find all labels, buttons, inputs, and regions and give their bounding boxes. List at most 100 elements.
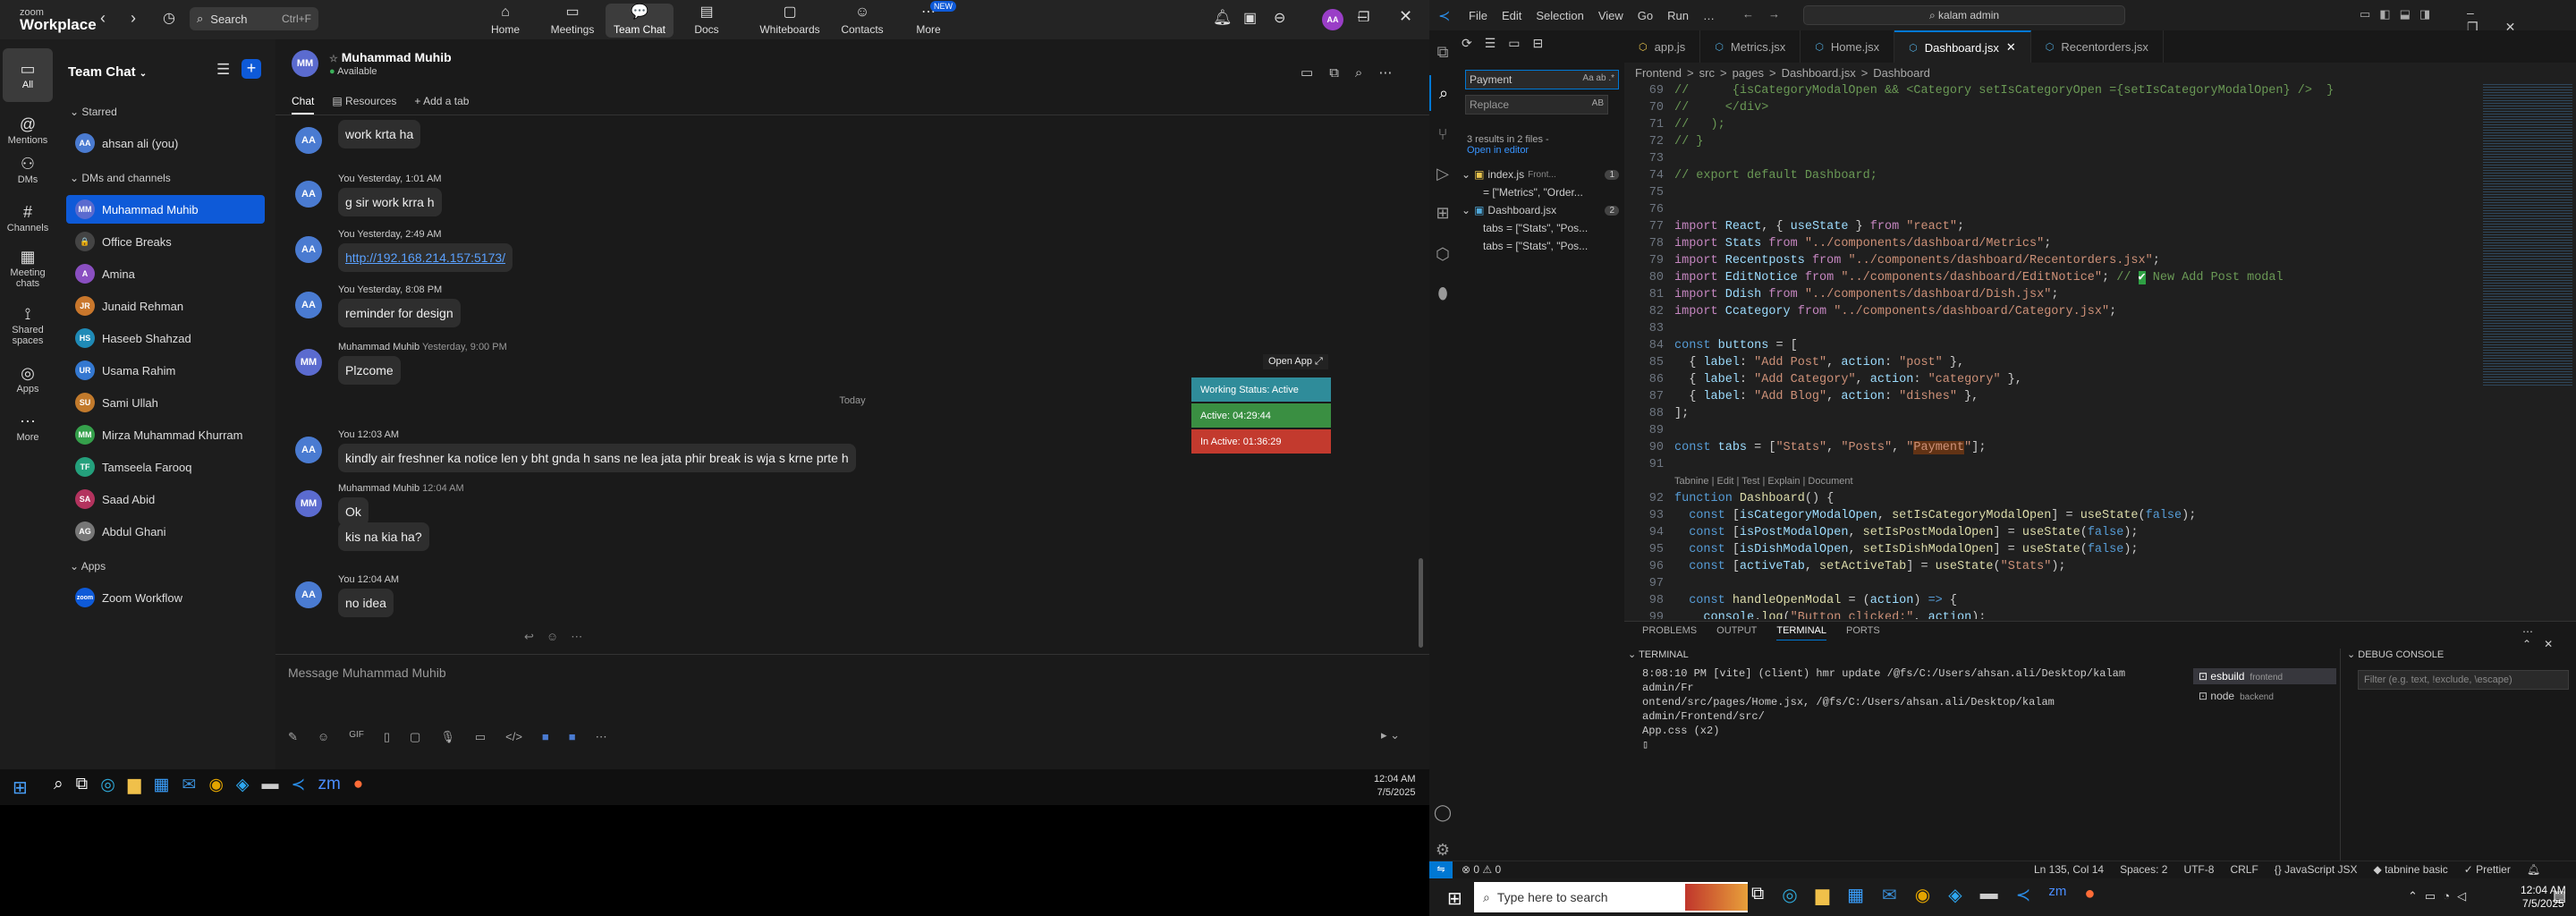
- audio-icon[interactable]: 🎙︎: [440, 730, 455, 744]
- breadcrumb-item[interactable]: pages: [1733, 66, 1764, 80]
- menu-item[interactable]: Selection: [1536, 9, 1583, 22]
- breadcrumb-item[interactable]: Dashboard: [1873, 66, 1930, 80]
- avatar[interactable]: AA: [295, 127, 322, 154]
- source-control-icon[interactable]: ⑂: [1429, 116, 1456, 152]
- screen-share-icon[interactable]: ⧉: [1329, 65, 1355, 81]
- prettier-status[interactable]: ✓ Prettier: [2464, 863, 2511, 876]
- reply-icon[interactable]: ↩: [524, 630, 534, 644]
- terminal-instance[interactable]: ⊡ node backend: [2193, 688, 2336, 704]
- result-match[interactable]: = ["Metrics", "Order...: [1483, 186, 1617, 199]
- debug-section-title[interactable]: ⌄ DEBUG CONSOLE: [2347, 649, 2444, 660]
- chat-title[interactable]: Muhammad Muhib: [342, 50, 452, 64]
- app-icon[interactable]: ■: [542, 730, 549, 744]
- panel-toggle-icon[interactable]: ⬓: [2400, 7, 2419, 21]
- tab-team-chat[interactable]: 💬 Team Chat: [606, 4, 674, 38]
- bell-icon[interactable]: 🔔︎: [1213, 9, 1233, 27]
- windows-start-icon[interactable]: ⊞: [13, 776, 28, 799]
- close-panel-icon[interactable]: ✕: [2544, 638, 2565, 650]
- search-icon[interactable]: ⌕: [1429, 75, 1456, 111]
- list-item[interactable]: A Amina: [66, 259, 265, 288]
- starred-section-header[interactable]: ⌄ Starred: [70, 106, 117, 118]
- avatar[interactable]: MM: [292, 50, 318, 77]
- open-app-button[interactable]: Open App ⤢: [1263, 354, 1328, 369]
- extensions-icon[interactable]: ⊞: [1429, 195, 1456, 231]
- forward-arrow-icon[interactable]: →: [1768, 7, 1794, 21]
- tab-whiteboards[interactable]: ▢ Whiteboards: [750, 4, 830, 38]
- problems-count[interactable]: ⊗ 0 ⚠ 0: [1462, 863, 1501, 876]
- panel-tab[interactable]: TERMINAL: [1776, 625, 1826, 640]
- store-icon[interactable]: ▦: [1847, 884, 1864, 906]
- emoji-icon[interactable]: ☺: [318, 730, 329, 744]
- avatar[interactable]: MM: [295, 490, 322, 517]
- more-tools-icon[interactable]: ⋯: [596, 730, 607, 744]
- terminal-output[interactable]: 8:08:10 PM [vite] (client) hmr update /@…: [1642, 666, 2143, 752]
- store-icon[interactable]: ▦: [153, 775, 169, 795]
- encoding[interactable]: UTF-8: [2183, 863, 2214, 876]
- terminal-section-title[interactable]: ⌄ TERMINAL: [1628, 649, 1689, 660]
- search-box[interactable]: ⌕ Search Ctrl+F: [190, 7, 318, 30]
- list-item[interactable]: MM Muhammad Muhib: [66, 195, 265, 224]
- vscode-insiders-icon[interactable]: ◈: [1948, 884, 1962, 906]
- network-icon[interactable]: ◔: [2443, 889, 2457, 903]
- terminal-icon[interactable]: ▬: [1980, 884, 1998, 906]
- maximize-panel-icon[interactable]: ⌃: [2522, 638, 2544, 650]
- back-arrow-icon[interactable]: ←: [1742, 7, 1768, 21]
- secondary-sidebar-icon[interactable]: ◨: [2419, 7, 2439, 21]
- video-call-icon[interactable]: ▭: [1301, 65, 1329, 81]
- list-item[interactable]: UR Usama Rahim: [66, 356, 265, 385]
- remote-indicator-icon[interactable]: ⇋: [1429, 861, 1453, 879]
- new-search-icon[interactable]: ▭: [1508, 36, 1532, 50]
- indentation[interactable]: Spaces: 2: [2120, 863, 2167, 876]
- edge-icon[interactable]: ◎: [100, 775, 115, 795]
- avatar[interactable]: AA: [295, 236, 322, 263]
- avatar[interactable]: AA: [1322, 9, 1343, 30]
- search-icon[interactable]: ⌕: [54, 775, 64, 795]
- volume-icon[interactable]: ◁: [2457, 889, 2473, 903]
- calendar-icon[interactable]: ▣: [1243, 9, 1257, 27]
- terminal-icon[interactable]: ▬: [262, 775, 279, 795]
- message-bubble[interactable]: no idea: [338, 589, 394, 617]
- panel-tab[interactable]: PROBLEMS: [1642, 625, 1697, 640]
- tab-contacts[interactable]: ☺ Contacts: [828, 4, 896, 38]
- search-input[interactable]: Payment Aa ab .*: [1465, 70, 1619, 89]
- close-tab-icon[interactable]: ✕: [2006, 40, 2016, 55]
- send-options-icon[interactable]: ▸ ⌄: [1381, 728, 1400, 742]
- result-match[interactable]: tabs = ["Stats", "Pos...: [1483, 240, 1617, 252]
- list-item[interactable]: SU Sami Ullah: [66, 388, 265, 417]
- layout-icon[interactable]: ▭: [2360, 7, 2379, 21]
- tab-more[interactable]: ⋯ More NEW: [894, 1, 962, 38]
- nav-meeting-chats[interactable]: ▦ Meeting chats: [3, 242, 53, 295]
- message-link[interactable]: http://192.168.214.157:5173/: [345, 250, 505, 265]
- list-item[interactable]: 🔒 Office Breaks: [66, 227, 265, 256]
- end-of-line[interactable]: CRLF: [2230, 863, 2258, 876]
- history-icon[interactable]: ◷: [163, 9, 175, 27]
- vscode-icon[interactable]: ≺: [2016, 884, 2031, 906]
- explorer-icon[interactable]: ▆: [1816, 884, 1829, 906]
- video-message-icon[interactable]: ▭: [475, 730, 486, 744]
- windows-start-icon[interactable]: ⊞: [1447, 887, 1462, 910]
- tab-chat[interactable]: Chat: [292, 95, 315, 114]
- edge-icon[interactable]: ◎: [1782, 884, 1797, 906]
- task-view-icon[interactable]: ⧉: [76, 775, 89, 795]
- cursor-position[interactable]: Ln 135, Col 14: [2034, 863, 2104, 876]
- run-debug-icon[interactable]: ▷: [1429, 156, 1456, 191]
- explorer-icon[interactable]: ▆: [128, 775, 141, 795]
- filter-icon[interactable]: ☰: [216, 61, 230, 79]
- message-bubble[interactable]: work krta ha: [338, 120, 421, 148]
- message-bubble[interactable]: kindly air freshner ka notice len y bht …: [338, 444, 856, 472]
- list-item[interactable]: SA Saad Abid: [66, 485, 265, 513]
- editor-tab[interactable]: ⬡ Dashboard.jsx ✕: [1894, 30, 2031, 63]
- list-item-zoom-workflow[interactable]: zoom Zoom Workflow: [66, 583, 265, 612]
- clock[interactable]: 12:04 AM 7/5/2025: [1374, 773, 1415, 800]
- notifications-icon[interactable]: 🔔︎: [2527, 863, 2540, 876]
- postman-icon[interactable]: ●: [353, 775, 363, 795]
- language-mode[interactable]: {} JavaScript JSX: [2275, 863, 2358, 876]
- refresh-icon[interactable]: ⟳: [1462, 36, 1485, 50]
- breadcrumb-item[interactable]: Frontend: [1635, 66, 1682, 80]
- message-input[interactable]: Message Muhammad Muhib: [288, 666, 446, 680]
- panel-tab[interactable]: PORTS: [1846, 625, 1880, 640]
- tab-home[interactable]: ⌂ Home: [471, 4, 539, 38]
- new-chat-button[interactable]: +: [242, 59, 261, 79]
- postman-icon[interactable]: ●: [2084, 884, 2095, 906]
- terminal-instance[interactable]: ⊡ esbuild frontend: [2193, 668, 2336, 684]
